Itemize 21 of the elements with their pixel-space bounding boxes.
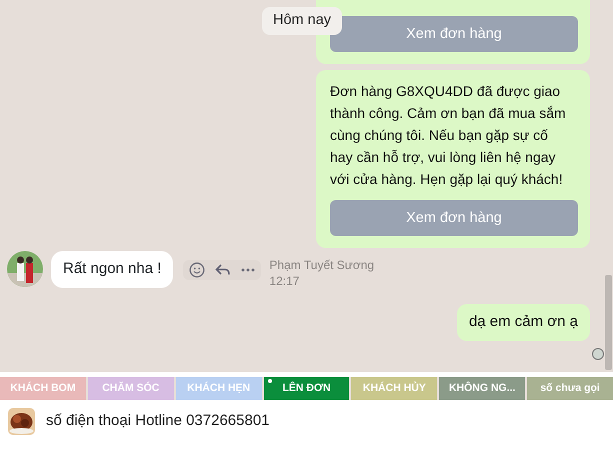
- tag-button[interactable]: LÊN ĐƠN: [264, 377, 350, 400]
- view-order-button[interactable]: Xem đơn hàng: [330, 16, 578, 52]
- more-icon[interactable]: [241, 268, 256, 272]
- tag-button[interactable]: số chưa gọi: [527, 377, 613, 400]
- message-input[interactable]: số điện thoại Hotline 0372665801: [46, 410, 605, 433]
- reply-icon[interactable]: [215, 263, 232, 277]
- view-order-button[interactable]: Xem đơn hàng: [330, 200, 578, 236]
- scrollbar-thumb[interactable]: [605, 275, 612, 370]
- date-divider: Hôm nay: [262, 7, 342, 35]
- message-bubble: Rất ngon nha !: [51, 251, 174, 288]
- message-time: 12:17: [269, 273, 300, 289]
- tag-button[interactable]: CHĂM SÓC: [88, 377, 174, 400]
- emoji-icon[interactable]: [189, 262, 206, 278]
- tag-button[interactable]: KHÁCH BOM: [0, 377, 86, 400]
- tag-button[interactable]: KHÁCH HẸN: [176, 377, 262, 400]
- message-bubble: dạ em cảm ơn ạ: [456, 304, 590, 340]
- sender-name: Phạm Tuyết Sương: [269, 257, 374, 273]
- tag-button[interactable]: KHÁCH HỦY: [351, 377, 438, 400]
- seen-avatar-icon: [592, 348, 604, 360]
- message-text: Đơn hàng G8XQU4DD đã được giao thành công. Cảm ơn bạn đã mua sắm cùng chúng tôi. Nếu bạn gặp sự cố hay cần hỗ trợ, vui lòng liên hệ ngay với cửa hàng. Hẹn gặp lại quý khách!: [330, 82, 567, 189]
- tag-button[interactable]: KHÔNG NG...: [439, 377, 526, 400]
